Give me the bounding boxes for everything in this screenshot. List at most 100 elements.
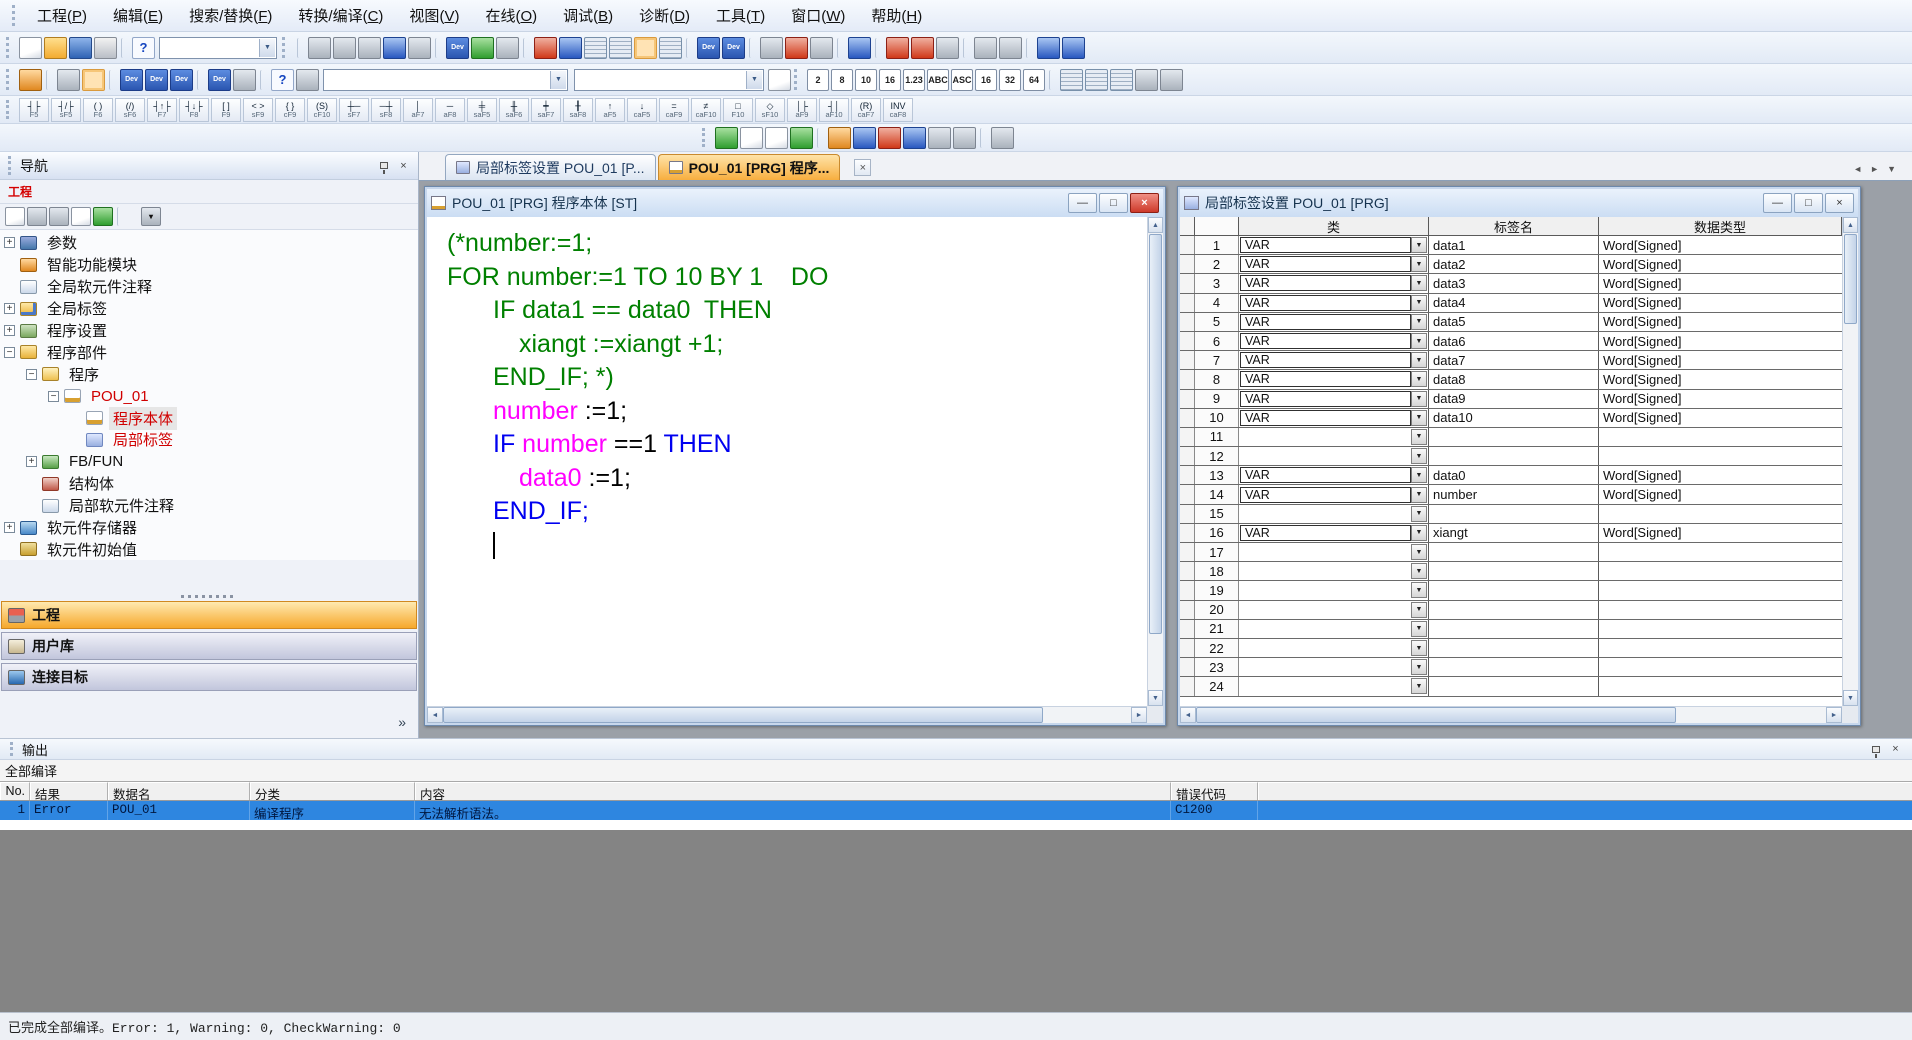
chevron-down-icon[interactable]: ▼ — [1411, 525, 1427, 541]
ladder-symbol-button[interactable]: ╂saF8 — [563, 98, 593, 122]
navigator-mode-button[interactable]: 工程 — [1, 601, 417, 629]
step-back-icon[interactable] — [974, 37, 997, 59]
horizontal-scrollbar[interactable]: ◄ ► — [427, 706, 1147, 723]
tab-program-body[interactable]: POU_01 [PRG] 程序... — [658, 154, 841, 180]
entry-key-icon[interactable] — [496, 37, 519, 59]
ladder-symbol-button[interactable]: ╫saF6 — [499, 98, 529, 122]
label-name-cell[interactable]: xiangt — [1429, 524, 1599, 542]
separator[interactable] — [297, 38, 304, 58]
label-name-cell[interactable]: data7 — [1429, 351, 1599, 369]
row-selector-cell[interactable] — [1180, 658, 1195, 676]
panel-grip[interactable] — [10, 742, 16, 756]
data-type-cell[interactable]: Word[Signed] — [1599, 524, 1842, 542]
ladder-symbol-button[interactable]: ╪saF5 — [467, 98, 497, 122]
data-type-cell[interactable] — [1599, 505, 1842, 523]
class-cell[interactable]: ▼ — [1239, 428, 1429, 446]
find-next-icon[interactable] — [768, 69, 791, 91]
st-editor-titlebar[interactable]: POU_01 [PRG] 程序本体 [ST] — □ × — [427, 189, 1163, 217]
nav-refresh-icon[interactable] — [93, 207, 113, 226]
class-value[interactable]: VAR — [1240, 487, 1411, 503]
chevron-down-icon[interactable]: ▼ — [1411, 410, 1427, 426]
class-value[interactable] — [1240, 506, 1411, 522]
class-cell[interactable]: ▼ — [1239, 505, 1429, 523]
class-cell[interactable]: VAR ▼ — [1239, 485, 1429, 503]
data-type-cell[interactable]: Word[Signed] — [1599, 255, 1842, 273]
row-selector-cell[interactable] — [1180, 620, 1195, 638]
close-icon[interactable]: × — [1130, 193, 1159, 213]
label-name-cell[interactable] — [1429, 639, 1599, 657]
monitor-stop-icon[interactable] — [659, 37, 682, 59]
redo-icon[interactable] — [408, 37, 431, 59]
tree-expander[interactable]: + — [4, 522, 15, 533]
label-name-cell[interactable]: data9 — [1429, 390, 1599, 408]
tab-list-icon[interactable]: ▼ — [1887, 164, 1896, 174]
class-cell[interactable]: ▼ — [1239, 543, 1429, 561]
menu-item[interactable]: 调试(B) — [550, 1, 626, 30]
grid-display-icon[interactable] — [853, 127, 876, 149]
read-from-plc-icon[interactable] — [559, 37, 582, 59]
class-value[interactable] — [1240, 544, 1411, 560]
tree-item[interactable]: 智能功能模块 — [0, 254, 418, 276]
comment-display-icon[interactable] — [1060, 69, 1083, 91]
close-icon[interactable]: × — [1887, 741, 1904, 757]
project-select-combobox[interactable]: ▼ — [159, 37, 277, 59]
chevron-down-icon[interactable]: ▼ — [259, 39, 275, 57]
find-combobox[interactable]: ▼ — [323, 69, 568, 91]
data-type-cell[interactable]: Word[Signed] — [1599, 294, 1842, 312]
note-display-icon[interactable] — [1110, 69, 1133, 91]
row-selector-cell[interactable] — [1180, 677, 1195, 695]
close-icon[interactable]: × — [1825, 193, 1854, 213]
monitor-display-icon[interactable] — [82, 69, 105, 91]
device-batch-icon[interactable]: Dev — [697, 37, 720, 59]
device-buffer-icon[interactable]: Dev — [722, 37, 745, 59]
chevron-down-icon[interactable]: ▼ — [1411, 487, 1427, 503]
ladder-symbol-button[interactable]: ┤/├sF5 — [51, 98, 81, 122]
maximize-icon[interactable]: □ — [1794, 193, 1823, 213]
chevron-down-icon[interactable]: ▼ — [1411, 544, 1427, 560]
class-value[interactable]: VAR — [1240, 371, 1411, 387]
delete-row-icon[interactable] — [903, 127, 926, 149]
data-type-cell[interactable] — [1599, 447, 1842, 465]
tree-item[interactable]: + 全局标签 — [0, 298, 418, 320]
watch-table2-icon[interactable] — [609, 37, 632, 59]
column-header-label-name[interactable]: 标签名 — [1429, 217, 1599, 235]
tree-item[interactable]: − POU_01 — [0, 385, 418, 407]
new-project-icon[interactable] — [19, 37, 42, 59]
label-name-cell[interactable] — [1429, 562, 1599, 580]
device-comment-icon[interactable]: Dev — [120, 69, 143, 91]
menu-item[interactable]: 窗口(W) — [778, 1, 858, 30]
sampling-trace-icon[interactable] — [1037, 37, 1060, 59]
tree-expander[interactable]: + — [26, 456, 37, 467]
class-cell[interactable]: ▼ — [1239, 562, 1429, 580]
row-selector-cell[interactable] — [1180, 409, 1195, 427]
row-selector-cell[interactable] — [1180, 370, 1195, 388]
class-cell[interactable]: ▼ — [1239, 658, 1429, 676]
class-cell[interactable]: VAR ▼ — [1239, 466, 1429, 484]
panel-splitter[interactable] — [0, 591, 418, 601]
row-selector-cell[interactable] — [1180, 236, 1195, 254]
tree-item[interactable]: 结构体 — [0, 473, 418, 495]
class-cell[interactable]: VAR ▼ — [1239, 370, 1429, 388]
label-name-cell[interactable] — [1429, 620, 1599, 638]
label-name-cell[interactable] — [1429, 581, 1599, 599]
find-in-program-icon[interactable] — [765, 127, 788, 149]
display-format-icon[interactable] — [1135, 69, 1158, 91]
row-selector-cell[interactable] — [1180, 255, 1195, 273]
tree-expander[interactable]: − — [26, 369, 37, 380]
vertical-scrollbar[interactable]: ▲ ▼ — [1842, 217, 1858, 706]
column-content[interactable]: 内容 — [415, 782, 1171, 800]
label-name-cell[interactable]: data0 — [1429, 466, 1599, 484]
display-format-button[interactable]: 64 — [1023, 69, 1045, 91]
class-value[interactable]: VAR — [1240, 467, 1411, 483]
separator[interactable] — [963, 38, 970, 58]
save-project-icon[interactable] — [69, 37, 92, 59]
panel-grip[interactable] — [8, 156, 14, 175]
device-memory-icon[interactable]: Dev — [145, 69, 168, 91]
data-type-cell[interactable] — [1599, 658, 1842, 676]
data-type-cell[interactable]: Word[Signed] — [1599, 466, 1842, 484]
ladder-symbol-button[interactable]: ┤↓├F8 — [179, 98, 209, 122]
class-cell[interactable]: VAR ▼ — [1239, 409, 1429, 427]
class-value[interactable] — [1240, 621, 1411, 637]
tab-scroll-right-icon[interactable]: ► — [1870, 164, 1879, 174]
row-selector-cell[interactable] — [1180, 274, 1195, 292]
